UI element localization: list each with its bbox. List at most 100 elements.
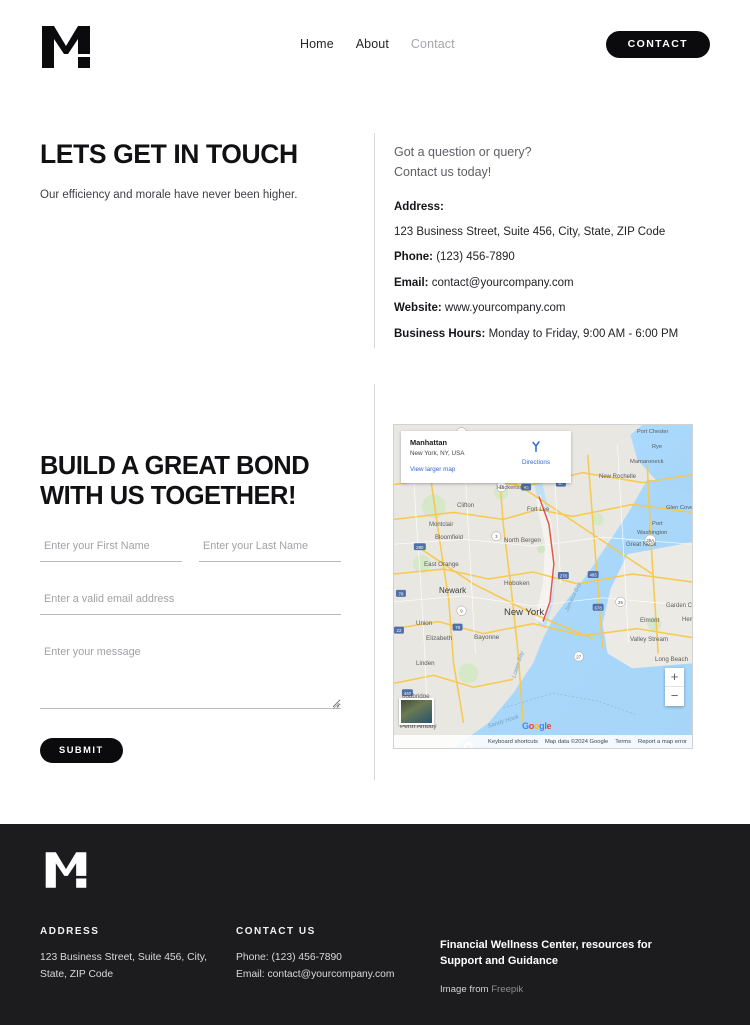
footer-address-heading: ADDRESS <box>40 926 100 937</box>
detail-label: Address: <box>394 200 444 213</box>
page-subtitle: Our efficiency and morale have never bee… <box>40 188 298 201</box>
nav-link-contact[interactable]: Contact <box>411 37 455 51</box>
footer-promo-column: Financial Wellness Center, resources for… <box>440 938 710 995</box>
footer-contact-heading: CONTACT US <box>236 926 316 937</box>
map-place-label: Bayonne <box>474 634 500 641</box>
form-block: BUILD A GREAT BOND WITH US TOGETHER! SUB… <box>40 452 342 763</box>
svg-text:25: 25 <box>618 600 623 605</box>
nav-link-home[interactable]: Home <box>300 37 334 51</box>
name-row <box>40 538 342 562</box>
form-title-line-2: WITH US TOGETHER! <box>40 481 296 510</box>
map-place-label: Elizabeth <box>426 635 453 642</box>
detail-value: contact@yourcompany.com <box>431 276 574 289</box>
contact-page: Home About Contact CONTACT LETS GET IN T… <box>0 0 750 1025</box>
map-place-label: Glen Cove <box>666 505 693 511</box>
footer-address-line-2: State, ZIP Code <box>40 968 114 980</box>
map-place-label: Montclair <box>429 522 454 528</box>
last-name-input[interactable] <box>199 538 341 562</box>
lead-line-1: Got a question or query? <box>394 145 532 159</box>
contact-detail-list: Address: 123 Business Street, Suite 456,… <box>394 200 712 342</box>
map-place-label: Mamaroneck <box>630 459 664 465</box>
first-name-input[interactable] <box>40 538 182 562</box>
footer-image-credit: Image from Freepik <box>440 984 710 995</box>
svg-text:78: 78 <box>455 625 460 630</box>
detail-email: Email: contact@yourcompany.com <box>394 276 712 291</box>
lead-line-2: Contact us today! <box>394 164 492 179</box>
map-attribution-bar: Keyboard shortcuts Map data ©2024 Google… <box>394 735 692 748</box>
map-place-label: Hackensack <box>497 485 529 491</box>
map-place-label: Port <box>652 521 663 527</box>
detail-label: Email: <box>394 276 429 289</box>
svg-text:78: 78 <box>399 591 404 596</box>
svg-text:27: 27 <box>576 654 581 659</box>
logo-icon[interactable] <box>40 24 92 70</box>
view-larger-map-link[interactable]: View larger map <box>410 466 562 473</box>
map-place-label: Valley Stream <box>630 636 669 643</box>
main-nav: Home About Contact <box>300 37 455 51</box>
directions-label: Directions <box>522 459 550 466</box>
detail-address-label: Address: <box>394 200 712 215</box>
svg-text:678: 678 <box>594 605 602 610</box>
message-textarea[interactable] <box>40 644 341 709</box>
map-place-label: New York <box>504 607 545 618</box>
header-contact-button[interactable]: CONTACT <box>605 31 710 58</box>
detail-phone: Phone: (123) 456-7890 <box>394 250 712 265</box>
page-title: LETS GET IN TOUCH <box>40 139 298 169</box>
map-place-label: Port Chester <box>637 429 669 435</box>
google-watermark: Google <box>522 721 552 731</box>
svg-text:280: 280 <box>416 545 424 550</box>
map-place-label: East Orange <box>424 561 459 568</box>
keyboard-shortcuts-link[interactable]: Keyboard shortcuts <box>488 739 538 745</box>
nav-link-about[interactable]: About <box>356 37 389 51</box>
detail-business-hours: Business Hours: Monday to Friday, 9:00 A… <box>394 327 712 342</box>
divider-bottom <box>374 384 375 780</box>
map-place-label: Elmont <box>640 617 660 624</box>
email-input[interactable] <box>40 591 341 615</box>
detail-address-value: 123 Business Street, Suite 456, City, St… <box>394 225 666 238</box>
map-info-card[interactable]: Manhattan New York, NY, USA View larger … <box>401 431 571 483</box>
footer-address-line-1: 123 Business Street, Suite 456, City, <box>40 952 207 963</box>
map-place-label: Clifton <box>457 503 475 509</box>
contact-form: SUBMIT <box>40 538 342 763</box>
footer-promo-text: Financial Wellness Center, resources for… <box>440 938 710 970</box>
map-place-label: Washington <box>637 530 668 536</box>
credit-prefix: Image from <box>440 983 492 995</box>
map-place-label: Bloomfield <box>435 535 464 541</box>
map-data-text: Map data ©2024 Google <box>544 738 609 745</box>
submit-button[interactable]: SUBMIT <box>40 737 123 763</box>
footer-promo-line-2: Support and Guidance <box>440 954 558 967</box>
intro-block: LETS GET IN TOUCH Our efficiency and mor… <box>40 139 352 204</box>
form-title-line-1: BUILD A GREAT BOND <box>40 452 310 480</box>
map-place-label: Newark <box>439 586 467 595</box>
map-place-label: Garden City <box>666 603 693 609</box>
freepik-link[interactable]: Freepik <box>491 984 523 995</box>
detail-label: Phone: <box>394 251 433 264</box>
google-map[interactable]: 17 3 25A 25 9 27 36 280 78 78 22 95 87 2… <box>393 424 693 749</box>
terms-link[interactable]: Terms <box>615 739 631 745</box>
map-place-label: Hoboken <box>504 580 530 587</box>
street-view-thumbnail[interactable] <box>399 698 434 725</box>
footer-address-column: ADDRESS 123 Business Street, Suite 456, … <box>40 926 220 983</box>
site-footer: ADDRESS 123 Business Street, Suite 456, … <box>0 824 750 1025</box>
detail-value: (123) 456-7890 <box>436 251 515 264</box>
directions-button[interactable]: Directions <box>510 439 562 466</box>
footer-email: Email: contact@yourcompany.com <box>236 968 395 980</box>
map-place-label: Fort Lee <box>527 507 550 513</box>
detail-value: Monday to Friday, 9:00 AM - 6:00 PM <box>488 327 679 340</box>
report-error-link[interactable]: Report a map error <box>638 739 687 745</box>
footer-logo-icon[interactable] <box>44 850 88 890</box>
map-place-label: Linden <box>416 660 435 667</box>
map-place-label: Long Beach <box>655 656 689 663</box>
map-place-label: Great Neck <box>626 542 657 548</box>
detail-website: Website: www.yourcompany.com <box>394 301 712 316</box>
svg-text:495: 495 <box>590 573 598 578</box>
zoom-out-button[interactable]: − <box>665 687 684 706</box>
message-wrapper <box>40 615 342 714</box>
map-place-label: Rye <box>652 444 662 450</box>
zoom-in-button[interactable]: + <box>665 668 684 687</box>
form-title: BUILD A GREAT BOND WITH US TOGETHER! <box>40 452 342 512</box>
detail-label: Business Hours: <box>394 327 486 340</box>
map-place-label: North Bergen <box>504 537 541 544</box>
footer-promo-line-1: Financial Wellness Center, resources for <box>440 939 652 951</box>
detail-label: Website: <box>394 302 442 315</box>
